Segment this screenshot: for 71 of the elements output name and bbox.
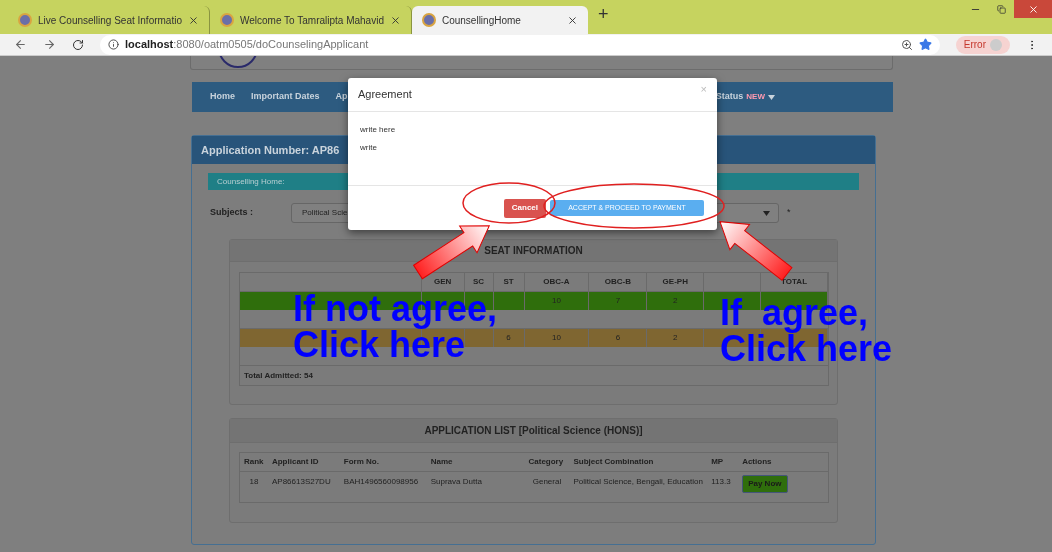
close-icon[interactable] (389, 14, 401, 26)
table-cell: 113.3 (711, 477, 731, 486)
section-title: Counselling Home: (217, 175, 285, 188)
column-header: ST (503, 276, 514, 288)
nav-link[interactable]: Important Dates (251, 90, 320, 104)
close-icon[interactable] (566, 14, 578, 26)
column-header: Category (528, 456, 564, 468)
agreement-text: write here (360, 124, 397, 136)
pay-now-button[interactable]: Pay Now (742, 475, 788, 493)
agreement-text: write (360, 142, 378, 154)
status-menu[interactable]: Status NEW (715, 90, 775, 104)
profile-status: Error (963, 38, 986, 52)
nav-link[interactable]: Ap (335, 90, 348, 104)
avatar-icon (990, 38, 1002, 51)
dialog-title: Agreement (358, 87, 412, 103)
column-header: Actions (742, 456, 772, 468)
table-cell: 10 (552, 295, 561, 307)
required-mark: * (787, 206, 791, 220)
table-cell: 6 (506, 332, 511, 344)
table-cell: Suprava Dutta (430, 477, 482, 486)
table-cell: 2 (673, 332, 678, 344)
url-text: localhost:8080/oatm0505/doCounselingApplicant (125, 37, 369, 53)
column-header: GE-PH (662, 276, 688, 288)
table-cell: General (532, 477, 562, 486)
column-header: MP (711, 456, 724, 468)
caret-icon (768, 94, 775, 100)
info-icon (108, 39, 119, 50)
table-cell: 10 (552, 332, 561, 344)
column-header: Subject Combination (573, 456, 654, 468)
tab-title: Welcome To Tamralipta Mahavid (240, 13, 384, 28)
site-logo-icon (18, 13, 32, 27)
profile-error-chip[interactable]: Error (955, 35, 1010, 54)
column-header: Rank (244, 456, 264, 468)
url-field[interactable]: localhost:8080/oatm0505/doCounselingApplicant (100, 34, 940, 55)
column-header: TOTAL (781, 276, 808, 288)
subjects-label: Subjects : (210, 206, 254, 220)
caret-icon (763, 210, 770, 216)
forward-icon[interactable] (43, 38, 56, 51)
tab-title: Live Counselling Seat Informatio (38, 13, 182, 28)
column-header: OBC-A (543, 276, 570, 288)
restore-icon[interactable] (996, 4, 1006, 14)
table-cell: 18 (249, 477, 259, 486)
table-cell: 6 (615, 332, 621, 344)
zoom-icon[interactable] (900, 38, 913, 51)
card-title: APPLICATION LIST [Political Science (HONS)] (424, 424, 643, 438)
column-header: Applicant ID (271, 456, 319, 468)
new-label: NEW (746, 91, 765, 103)
column-header: SC (473, 276, 485, 288)
table-cell: Political Science, Bengali, Education (573, 477, 703, 486)
tab-title: CounsellingHome (441, 13, 521, 28)
reload-icon[interactable] (72, 38, 84, 51)
nav-link[interactable]: Home (210, 90, 235, 104)
column-header: OBC-B (604, 276, 631, 288)
card-title: SEAT INFORMATION (484, 244, 583, 258)
close-icon[interactable] (188, 14, 199, 26)
table-cell: BAH1496560098956 (343, 477, 419, 486)
browser-tab[interactable]: CounsellingHome (411, 6, 588, 34)
column-header: Form No. (343, 456, 379, 468)
column-header: GEN (433, 276, 452, 288)
cancel-button[interactable]: Cancel (503, 198, 546, 218)
column-header: Name (430, 456, 453, 468)
site-logo-icon (421, 13, 436, 27)
close-icon (1027, 3, 1039, 15)
site-logo-icon (220, 13, 234, 27)
star-icon[interactable] (918, 38, 932, 51)
table-cell: 7 (615, 295, 621, 307)
back-icon[interactable] (14, 38, 27, 51)
panel-title: Application Number: AP86 (201, 142, 340, 158)
total-admitted: Total Admitted: 54 (244, 369, 313, 382)
table-cell: AP86613S27DU (271, 477, 331, 486)
new-tab-button[interactable]: + (597, 1, 609, 28)
